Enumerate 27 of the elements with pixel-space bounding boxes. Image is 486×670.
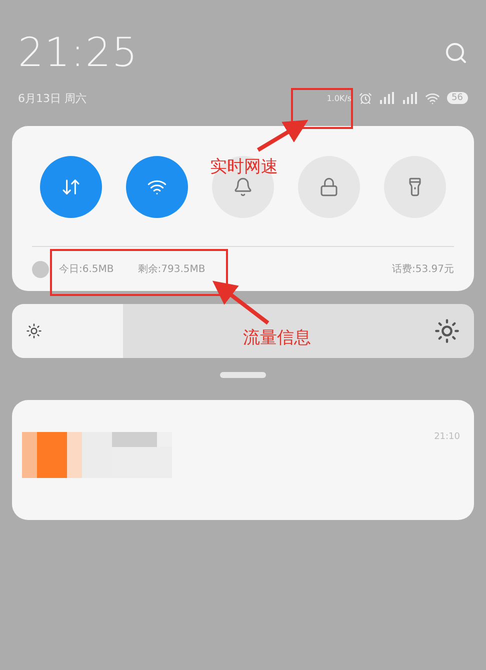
highlight-frame bbox=[291, 88, 353, 129]
phone-balance: 话费:53.97元 bbox=[392, 262, 454, 276]
notification-card[interactable]: 21:10 bbox=[12, 400, 474, 520]
lock-icon bbox=[319, 177, 339, 197]
notification-time: 21:10 bbox=[434, 432, 460, 444]
wifi-icon bbox=[424, 90, 440, 106]
signal-icon bbox=[378, 92, 395, 104]
data-icon bbox=[61, 177, 81, 197]
annotation-label: 实时网速 bbox=[210, 156, 278, 178]
bell-icon bbox=[233, 177, 253, 197]
annotation-arrow bbox=[212, 280, 270, 325]
date: 6月13日 周六 bbox=[18, 90, 86, 106]
alarm-icon bbox=[358, 92, 372, 104]
annotation-arrow bbox=[256, 120, 308, 152]
signal-icon bbox=[402, 92, 418, 104]
battery-level: 56 bbox=[446, 92, 468, 104]
network-speed: 1.0K/s bbox=[326, 94, 352, 102]
search-icon[interactable] bbox=[444, 41, 468, 65]
clock: 21:25 bbox=[18, 30, 138, 76]
remaining-data: 剩余:793.5MB bbox=[138, 263, 206, 276]
sun-icon bbox=[26, 323, 42, 339]
drag-handle[interactable] bbox=[220, 372, 266, 378]
sim-icon bbox=[32, 260, 49, 278]
today-usage: 今日:6.5MB bbox=[59, 263, 114, 276]
annotation-label: 流量信息 bbox=[243, 327, 311, 349]
sun-icon bbox=[434, 318, 460, 344]
brightness-slider[interactable] bbox=[12, 304, 474, 358]
